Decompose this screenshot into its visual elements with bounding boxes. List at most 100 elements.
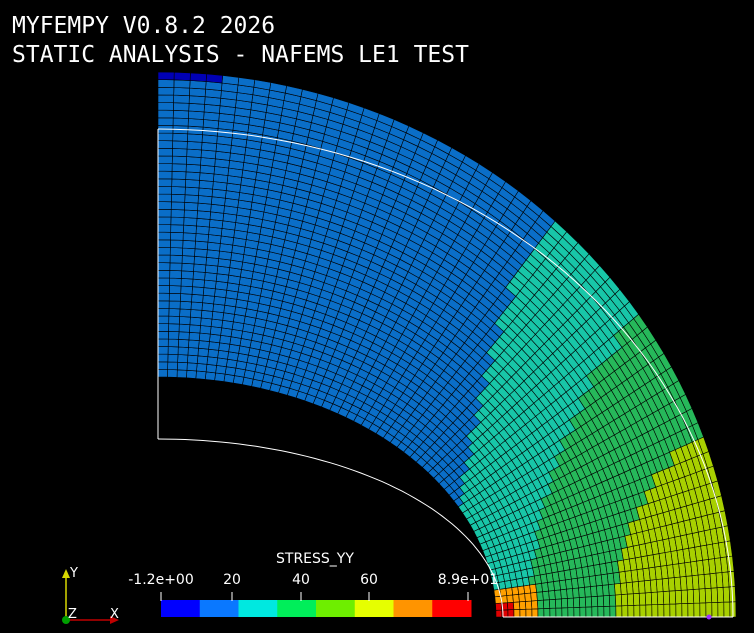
mesh-element: [626, 593, 635, 606]
mesh-element: [191, 293, 204, 304]
mesh-element: [185, 179, 200, 189]
mesh-element: [205, 363, 217, 374]
mesh-element: [181, 255, 195, 265]
mesh-element: [181, 247, 196, 257]
mesh-element: [602, 595, 611, 607]
mesh-element: [194, 248, 208, 258]
mesh-element: [157, 239, 171, 248]
mesh-element: [723, 601, 731, 618]
title-analysis-line: STATIC ANALYSIS - NAFEMS LE1 TEST: [12, 42, 469, 68]
mesh-element: [157, 147, 173, 157]
mesh-element: [202, 294, 215, 305]
mesh-element: [171, 170, 187, 180]
mesh-element: [177, 338, 190, 348]
mesh-element: [197, 347, 209, 358]
scalar-bar-segment: [238, 600, 278, 617]
mesh-element: [168, 292, 182, 302]
mesh-element: [590, 595, 599, 608]
mesh-element: [157, 231, 172, 241]
mesh-element: [536, 591, 544, 601]
mesh-element: [543, 607, 551, 618]
mesh-element: [172, 148, 188, 157]
mesh-element: [650, 591, 659, 606]
mesh-element: [608, 594, 617, 607]
mesh-element: [182, 239, 196, 250]
mesh-element: [524, 592, 532, 602]
mesh-element: [196, 210, 211, 220]
mesh-element: [184, 194, 199, 204]
mesh-element: [200, 317, 213, 327]
y-arrowhead-icon: [62, 569, 70, 578]
mesh-element: [199, 325, 212, 335]
mesh-element: [543, 599, 551, 609]
mesh-element: [651, 604, 659, 618]
scalar-bar-tick-40: 40: [292, 572, 310, 588]
mesh-element: [507, 601, 515, 611]
mesh-element: [692, 588, 701, 604]
mesh-element: [190, 309, 203, 319]
probe-point-marker: [706, 614, 712, 620]
mesh-element: [495, 602, 503, 611]
mesh-element: [693, 602, 701, 618]
mesh-element: [197, 202, 212, 213]
mesh-element: [157, 117, 174, 126]
mesh-element: [525, 608, 533, 618]
mesh-element: [194, 240, 209, 251]
mesh-element: [157, 300, 170, 309]
mesh-element: [167, 331, 180, 340]
mesh-element: [157, 323, 170, 332]
mesh-element: [188, 339, 200, 349]
mesh-element: [555, 607, 563, 618]
mesh-element: [171, 155, 188, 165]
stress-field-viewport[interactable]: [0, 0, 754, 633]
mesh-element: [189, 324, 201, 334]
mesh-element: [716, 586, 725, 603]
mesh-element: [656, 591, 665, 605]
mesh-element: [157, 292, 170, 302]
mesh-element: [189, 316, 202, 326]
mesh-element: [204, 371, 216, 381]
mesh-element: [172, 140, 188, 150]
mesh-element: [698, 588, 707, 604]
mesh-element: [186, 141, 203, 151]
mesh-element: [633, 604, 641, 618]
mesh-element: [157, 178, 173, 187]
scalar-bar-segment: [199, 600, 239, 617]
mesh-element: [176, 369, 188, 379]
mesh-element: [198, 340, 210, 350]
mesh-element: [157, 369, 168, 378]
mesh-element: [542, 590, 550, 601]
mesh-element: [173, 94, 190, 104]
mesh-element: [687, 602, 695, 618]
mesh-element: [180, 270, 194, 280]
mesh-element: [157, 155, 173, 165]
mesh-element: [179, 293, 193, 303]
mesh-element: [680, 589, 689, 604]
scalar-bar-segment: [316, 600, 356, 617]
mesh-element: [506, 594, 514, 604]
scalar-bar-segment: [161, 600, 201, 617]
mesh-element: [157, 132, 174, 142]
mesh-element: [195, 370, 207, 380]
mesh-element: [169, 277, 182, 287]
mesh-element: [170, 231, 184, 241]
mesh-element: [173, 87, 191, 97]
mesh-element: [203, 279, 217, 290]
mesh-element: [181, 262, 195, 272]
mesh-element: [537, 608, 545, 618]
mesh-element: [662, 590, 671, 605]
mesh-element: [196, 363, 208, 373]
mesh-element: [184, 201, 199, 212]
mesh-element: [573, 606, 581, 618]
mesh-element: [172, 117, 189, 127]
mesh-element: [168, 315, 180, 325]
mesh-element: [179, 300, 192, 310]
title-version-line: MYFEMPY V0.8.2 2026: [12, 13, 276, 39]
mesh-element: [168, 323, 180, 333]
axis-z-label: Z: [68, 607, 77, 622]
scalar-bar-tick-60: 60: [360, 572, 378, 588]
mesh-element: [699, 602, 707, 618]
mesh-element: [169, 254, 183, 264]
mesh-element: [675, 603, 683, 618]
mesh-element: [572, 587, 580, 599]
